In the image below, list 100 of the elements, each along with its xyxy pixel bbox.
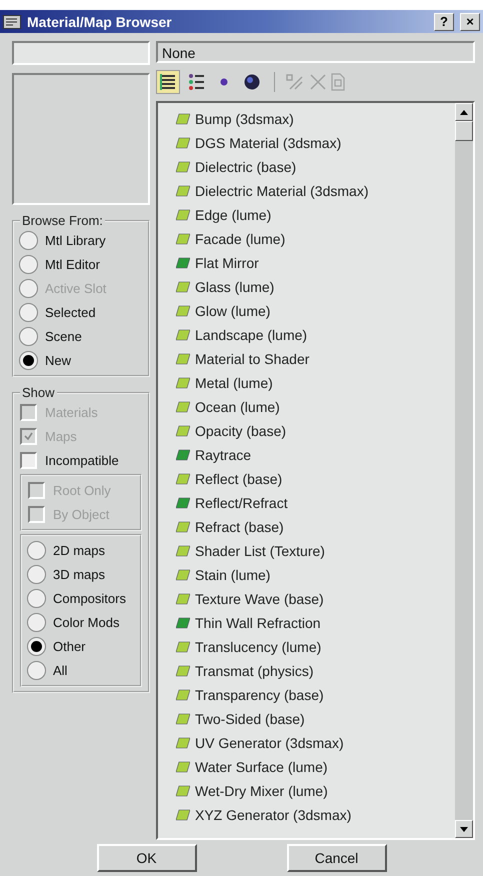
window-title: Material/Map Browser [27,14,173,30]
list-icon [159,73,177,91]
map-icon [176,281,190,293]
list-item[interactable]: Glow (lume) [195,303,270,319]
radio-button[interactable] [20,232,37,249]
checkbox-option[interactable]: Incompatible [20,450,142,471]
radio-option[interactable]: Mtl Library [20,230,142,251]
list-item[interactable]: Raytrace [195,447,252,463]
radio-option[interactable]: Selected [20,302,142,323]
map-icon [176,137,190,149]
map-icon [176,545,190,557]
list-item[interactable]: Transmat (physics) [195,663,314,679]
scrollbar-thumb[interactable] [455,121,473,141]
list-item[interactable]: Flat Mirror [195,255,259,271]
list-item[interactable]: Water Surface (lume) [195,759,328,775]
map-icon [176,713,190,725]
map-icon [176,737,190,749]
list-item[interactable]: Ocean (lume) [195,399,280,415]
map-icon [176,161,190,173]
map-icon [176,593,190,605]
radio-option[interactable]: Color Mods [28,612,134,633]
icon-list-icon [187,73,205,91]
map-icon [176,329,190,341]
list-item[interactable]: DGS Material (3dsmax) [195,135,342,151]
list-item[interactable]: Opacity (base) [195,423,286,439]
map-icon [176,809,190,821]
list-item[interactable]: UV Generator (3dsmax) [195,735,344,751]
group-title: Browse From: [21,213,104,228]
map-icon [176,425,190,437]
radio-option[interactable]: Mtl Editor [20,254,142,275]
list-item[interactable]: Two-Sided (base) [195,711,305,727]
radio-option[interactable]: 3D maps [28,564,134,585]
material-icon [176,617,190,629]
map-icon [176,761,190,773]
radio-button[interactable] [28,638,45,655]
list-item[interactable]: Refract (base) [195,519,284,535]
radio-button[interactable] [28,566,45,583]
map-icon [176,209,190,221]
cancel-button[interactable]: Cancel [286,844,386,872]
map-icon [176,305,190,317]
radio-option[interactable]: Compositors [28,588,134,609]
close-button[interactable]: × [460,12,480,30]
list-item[interactable]: Transparency (base) [195,687,324,703]
radio-button[interactable] [20,256,37,273]
list-item[interactable]: Edge (lume) [195,207,272,223]
list-item[interactable]: Reflect/Refract [195,495,288,511]
view-mode-button[interactable] [156,70,180,94]
radio-button[interactable] [20,328,37,345]
map-icon [176,113,190,125]
current-map-field: None [156,41,475,63]
list-item[interactable]: Stain (lume) [195,567,270,583]
material-icon [176,257,190,269]
radio-button[interactable] [28,614,45,631]
list-item[interactable]: Bump (3dsmax) [195,111,294,127]
radio-option[interactable]: All [28,660,134,681]
list-item[interactable]: Glass (lume) [195,279,274,295]
checkbox[interactable] [20,452,37,469]
map-icon [176,785,190,797]
radio-option[interactable]: Scene [20,326,142,347]
check-icon [24,432,33,441]
map-icon [176,569,190,581]
radio-button[interactable] [28,590,45,607]
material-icon [176,497,190,509]
list-item[interactable]: Texture Wave (base) [195,591,324,607]
ok-button[interactable]: OK [96,844,196,872]
map-icon [176,401,190,413]
radio-button[interactable] [28,662,45,679]
radio-option[interactable]: Other [28,636,134,657]
list-item[interactable]: Metal (lume) [195,375,273,391]
group-title: Show [21,385,56,400]
list-item[interactable]: Reflect (base) [195,471,282,487]
radio-button[interactable] [20,304,37,321]
window-icon [3,14,21,28]
material-icon [176,449,190,461]
radio-option[interactable]: 2D maps [28,540,134,561]
list-item[interactable]: Material to Shader [195,351,310,367]
list-item[interactable]: Facade (lume) [195,231,286,247]
list-item[interactable]: Dielectric (base) [195,159,296,175]
map-icon [176,233,190,245]
scrollbar[interactable] [455,103,473,838]
list-item[interactable]: Landscape (lume) [195,327,308,343]
list-item[interactable]: XYZ Generator (3dsmax) [195,807,352,823]
list-item[interactable]: Shader List (Texture) [195,543,325,559]
help-button[interactable]: ? [434,12,454,30]
scroll-down-icon[interactable] [460,826,468,832]
list-item[interactable]: Wet-Dry Mixer (lume) [195,783,328,799]
list-item[interactable]: Dielectric Material (3dsmax) [195,183,368,199]
name-field[interactable] [12,41,150,65]
list-item[interactable]: Thin Wall Refraction [195,615,321,631]
map-icon [176,185,190,197]
list-item[interactable]: Translucency (lume) [195,639,322,655]
large-sphere-icon [244,74,260,90]
radio-option[interactable]: New [20,350,142,371]
map-icon [176,665,190,677]
scroll-up-icon[interactable] [460,110,468,114]
map-icon [176,521,190,533]
map-icon [176,689,190,701]
radio-button[interactable] [20,352,37,369]
radio-button[interactable] [28,542,45,559]
map-icon [176,377,190,389]
